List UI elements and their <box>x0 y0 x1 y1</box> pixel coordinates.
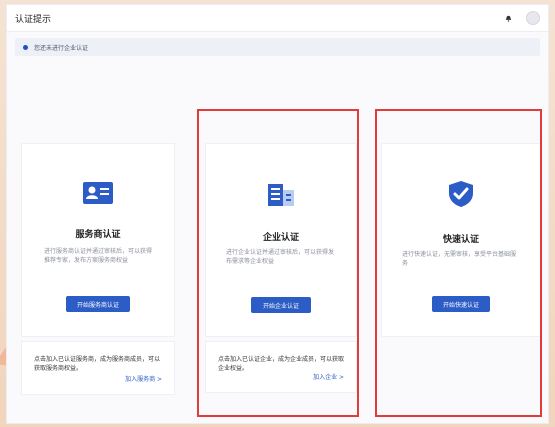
join-text: 点击加入已认证服务商，成为服务商成员，可以获取服务商权益。 <box>34 356 161 372</box>
avatar[interactable] <box>526 11 540 25</box>
card-title: 服务商认证 <box>75 230 121 240</box>
highlight-frame-quick <box>375 109 542 417</box>
info-icon <box>23 44 28 50</box>
page-title: 认证提示 <box>15 14 52 25</box>
card-service-provider: 服务商认证 进行服务商认证并通过审核后，可以获得推荐专家，发布方案服务商权益 开… <box>21 143 175 337</box>
highlight-frame-enterprise <box>197 109 359 417</box>
start-service-provider-button[interactable]: 开始服务商认证 <box>66 296 130 312</box>
notice-bar: 您还未进行企业认证 <box>15 38 540 56</box>
join-service-provider-box: 点击加入已认证服务商，成为服务商成员，可以获取服务商权益。 加入服务商 > <box>21 341 175 395</box>
card-description: 进行服务商认证并通过审核后，可以获得推荐专家，发布方案服务商权益 <box>44 248 153 264</box>
notice-text: 您还未进行企业认证 <box>34 44 89 52</box>
id-card-icon <box>83 182 113 208</box>
join-service-provider-link[interactable]: 加入服务商 > <box>125 374 162 383</box>
dialog-window: 认证提示 您还未进行企业认证 服务商认证 进行服务商认证并通过审核后，可以获得推… <box>6 4 549 424</box>
header-bar: 认证提示 <box>7 5 548 32</box>
bell-icon[interactable] <box>504 14 512 22</box>
